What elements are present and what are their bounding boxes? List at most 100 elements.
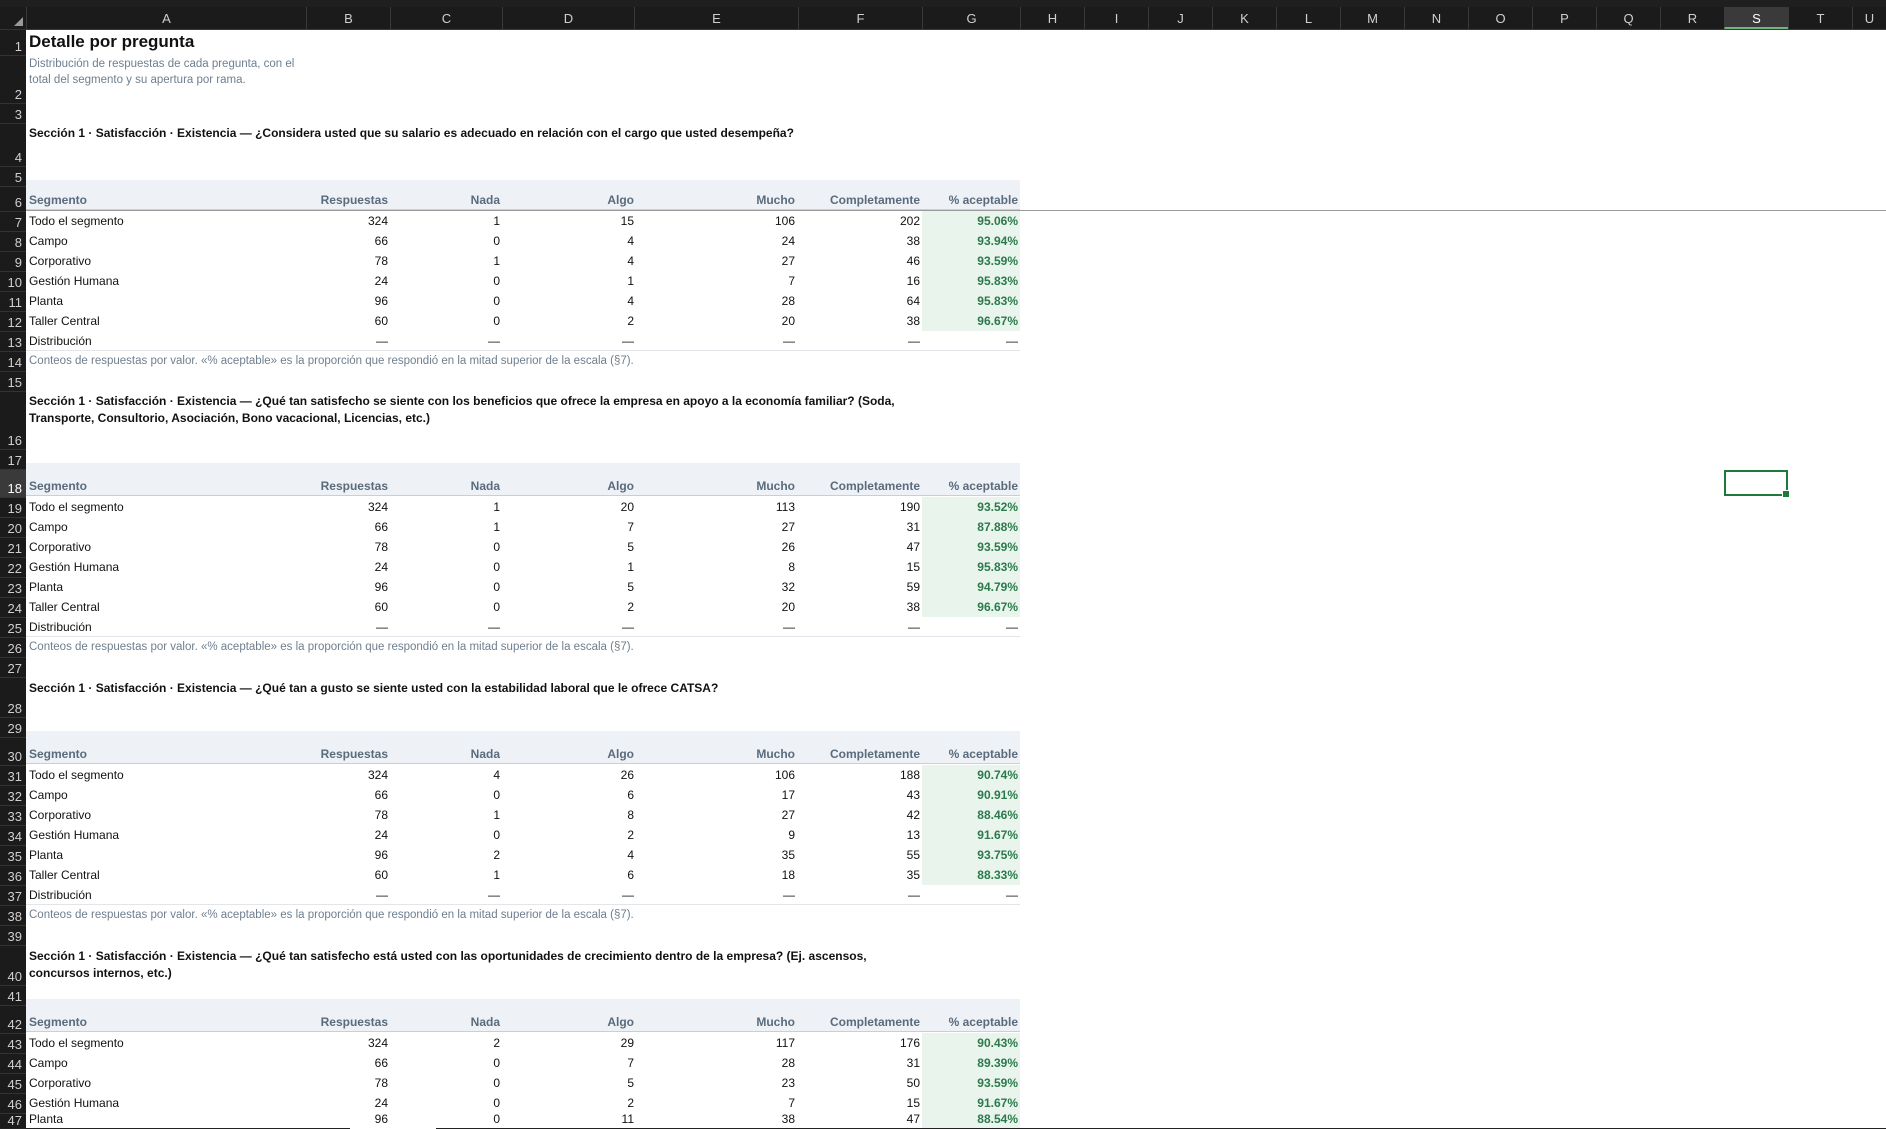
column-header-l[interactable]: L	[1276, 7, 1340, 29]
cell-mucho: 7	[788, 274, 795, 288]
row-header-13[interactable]: 13	[0, 331, 26, 351]
cell-completamente: 31	[906, 1056, 920, 1070]
row-header-41[interactable]: 41	[0, 985, 26, 1005]
distribution-pct-aceptable: —	[1006, 620, 1018, 634]
row-header-25[interactable]: 25	[0, 617, 26, 637]
cell-responses: 96	[374, 580, 388, 594]
row-header-9[interactable]: 9	[0, 251, 26, 271]
row-header-40[interactable]: 40	[0, 945, 26, 985]
row-header-7[interactable]: 7	[0, 211, 26, 231]
row-header-8[interactable]: 8	[0, 231, 26, 251]
select-all-corner[interactable]	[0, 7, 26, 29]
column-header-m[interactable]: M	[1340, 7, 1404, 29]
fill-handle[interactable]	[1782, 490, 1790, 498]
cell-algo: 2	[627, 828, 634, 842]
row-header-31[interactable]: 31	[0, 765, 26, 785]
column-header-c[interactable]: C	[390, 7, 502, 29]
column-header-s[interactable]: S	[1724, 7, 1788, 29]
row-header-23[interactable]: 23	[0, 577, 26, 597]
column-header-j[interactable]: J	[1148, 7, 1212, 29]
cell-mucho: 28	[781, 294, 795, 308]
column-header-o[interactable]: O	[1468, 7, 1532, 29]
question-title: Sección 1 · Satisfacción · Existencia — …	[29, 681, 719, 695]
row-header-17[interactable]: 17	[0, 449, 26, 469]
cell-responses: 78	[374, 1076, 388, 1090]
segment-name: Campo	[29, 788, 68, 802]
row-header-43[interactable]: 43	[0, 1033, 26, 1053]
cell-nada: 0	[493, 314, 500, 328]
segment-name: Gestión Humana	[29, 828, 120, 842]
row-header-4[interactable]: 4	[0, 123, 26, 166]
segment-name: Todo el segmento	[29, 1036, 124, 1050]
row-header-22[interactable]: 22	[0, 557, 26, 577]
row-header-27[interactable]: 27	[0, 657, 26, 677]
row-header-38[interactable]: 38	[0, 905, 26, 925]
column-header-d[interactable]: D	[502, 7, 634, 29]
column-header-t[interactable]: T	[1788, 7, 1852, 29]
row-header-3[interactable]: 3	[0, 103, 26, 123]
column-header-n[interactable]: N	[1404, 7, 1468, 29]
column-header-e[interactable]: E	[634, 7, 798, 29]
row-header-36[interactable]: 36	[0, 865, 26, 885]
cell-pct-aceptable: 93.59%	[977, 540, 1018, 554]
row-header-19[interactable]: 19	[0, 497, 26, 517]
row-header-24[interactable]: 24	[0, 597, 26, 617]
row-header-21[interactable]: 21	[0, 537, 26, 557]
header-segment: Segmento	[29, 1015, 88, 1029]
row-header-46[interactable]: 46	[0, 1093, 26, 1113]
cell-pct-aceptable: 90.91%	[977, 788, 1018, 802]
spreadsheet-grid[interactable]: Detalle por pregunta Distribución de resp…	[0, 0, 1886, 1129]
row-header-16[interactable]: 16	[0, 391, 26, 449]
row-header-39[interactable]: 39	[0, 925, 26, 945]
column-header-r[interactable]: R	[1660, 7, 1724, 29]
cell-completamente: 188	[899, 768, 920, 782]
column-header-k[interactable]: K	[1212, 7, 1276, 29]
row-header-1[interactable]: 1	[0, 29, 26, 55]
cell-pct-aceptable: 90.43%	[977, 1036, 1018, 1050]
row-header-5[interactable]: 5	[0, 166, 26, 186]
cell-pct-aceptable: 91.67%	[977, 828, 1018, 842]
row-header-42[interactable]: 42	[0, 1005, 26, 1033]
row-header-30[interactable]: 30	[0, 737, 26, 765]
row-header-34[interactable]: 34	[0, 825, 26, 845]
row-header-26[interactable]: 26	[0, 637, 26, 657]
row-header-12[interactable]: 12	[0, 311, 26, 331]
header-algo: Algo	[607, 193, 634, 207]
row-header-14[interactable]: 14	[0, 351, 26, 371]
row-header-6[interactable]: 6	[0, 186, 26, 211]
cell-completamente: 38	[906, 234, 920, 248]
column-header-h[interactable]: H	[1020, 7, 1084, 29]
column-header-q[interactable]: Q	[1596, 7, 1660, 29]
cell-pct-aceptable: 93.52%	[977, 500, 1018, 514]
header-mucho: Mucho	[756, 1015, 795, 1029]
column-header-f[interactable]: F	[798, 7, 922, 29]
column-header-a[interactable]: A	[26, 7, 306, 29]
row-header-33[interactable]: 33	[0, 805, 26, 825]
column-header-i[interactable]: I	[1084, 7, 1148, 29]
row-header-45[interactable]: 45	[0, 1073, 26, 1093]
column-header-p[interactable]: P	[1532, 7, 1596, 29]
row-header-18[interactable]: 18	[0, 469, 26, 497]
cell-algo: 4	[627, 848, 634, 862]
distribution-pct-aceptable: —	[1006, 888, 1018, 902]
row-header-32[interactable]: 32	[0, 785, 26, 805]
cell-pct-aceptable: 93.59%	[977, 1076, 1018, 1090]
row-header-44[interactable]: 44	[0, 1053, 26, 1073]
row-header-35[interactable]: 35	[0, 845, 26, 865]
row-header-2[interactable]: 2	[0, 55, 26, 103]
row-header-bar: 1 2 3 4 5 6 7 8 9 10 11 12 13 14 15 16 17 18 19 20 21 22 23 24 2…	[0, 29, 26, 1129]
cell-algo: 1	[627, 274, 634, 288]
row-header-47[interactable]: 47	[0, 1113, 26, 1129]
row-header-11[interactable]: 11	[0, 291, 26, 311]
column-header-g[interactable]: G	[922, 7, 1020, 29]
column-header-b[interactable]: B	[306, 7, 390, 29]
row-header-37[interactable]: 37	[0, 885, 26, 905]
row-header-28[interactable]: 28	[0, 677, 26, 717]
row-header-29[interactable]: 29	[0, 717, 26, 737]
active-cell[interactable]	[1724, 470, 1790, 498]
row-header-15[interactable]: 15	[0, 371, 26, 391]
row-header-20[interactable]: 20	[0, 517, 26, 537]
row-header-10[interactable]: 10	[0, 271, 26, 291]
column-header-u[interactable]: U	[1852, 7, 1886, 29]
cell-completamente: 42	[906, 808, 920, 822]
